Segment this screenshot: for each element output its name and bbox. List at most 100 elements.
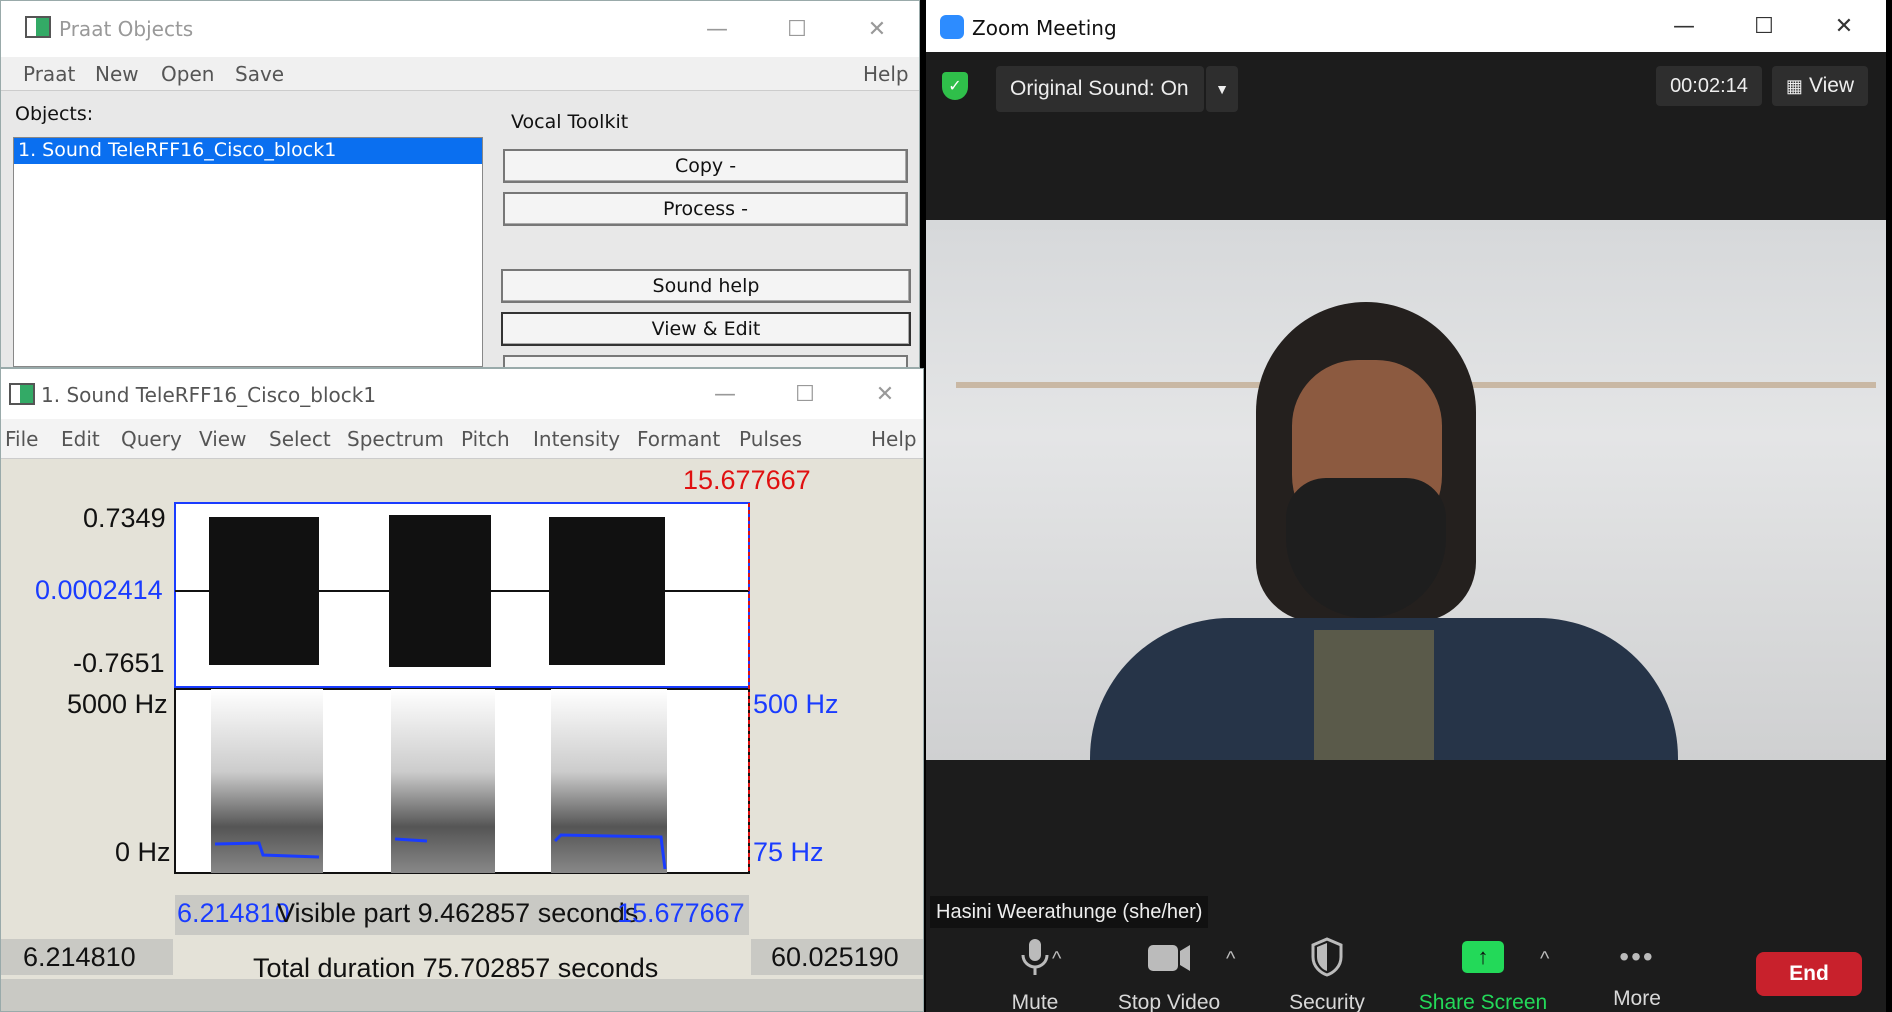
objects-list[interactable]: 1. Sound TeleRFF16_Cisco_block1 — [13, 137, 483, 367]
spec-min-label: 0 Hz — [115, 837, 171, 867]
original-sound-button[interactable]: Original Sound: On — [996, 66, 1204, 112]
security-button[interactable]: Security — [1262, 935, 1392, 1012]
cursor-time-label: 15.677667 — [683, 465, 811, 495]
list-item[interactable]: 1. Sound TeleRFF16_Cisco_block1 — [14, 138, 482, 164]
close-icon[interactable]: ✕ — [1804, 0, 1884, 52]
participant-name-tag: Hasini Weerathunge (she/her) — [930, 896, 1209, 928]
view-label: View — [1808, 74, 1855, 97]
wave-max-label: 0.7349 — [83, 503, 166, 533]
praat-objects-titlebar[interactable]: Praat Objects — ☐ ✕ — [1, 1, 919, 57]
left-time-label: 6.214810 — [23, 942, 136, 972]
waveform-burst — [549, 517, 665, 665]
share-screen-label: Share Screen — [1418, 991, 1548, 1012]
microphone-icon — [1021, 939, 1049, 975]
sound-help-button[interactable]: Sound help — [501, 269, 911, 303]
share-screen-button[interactable]: ↑ Share Screen — [1418, 935, 1548, 1012]
vocal-toolkit-label: Vocal Toolkit — [511, 111, 629, 133]
menu-spectrum[interactable]: Spectrum — [347, 427, 444, 451]
meeting-timer: 00:02:14 — [1656, 66, 1762, 106]
waveform-burst — [389, 515, 491, 667]
menu-open[interactable]: Open — [161, 62, 214, 86]
menu-save[interactable]: Save — [235, 62, 284, 86]
pitch-min-label: 75 Hz — [753, 837, 824, 867]
praat-objects-title: Praat Objects — [59, 17, 194, 41]
button-partial[interactable] — [503, 355, 908, 367]
praat-app-icon — [25, 16, 51, 38]
waveform-panel[interactable] — [174, 502, 750, 688]
selection-end-label: 15.677667 — [617, 898, 745, 928]
stop-video-label: Stop Video — [1117, 991, 1221, 1012]
wave-mid-label: 0.0002414 — [35, 575, 163, 605]
mute-label: Mute — [1011, 991, 1059, 1012]
more-button[interactable]: ••• More — [1572, 935, 1702, 1011]
zoom-titlebar[interactable]: Zoom Meeting — ☐ ✕ — [926, 0, 1886, 52]
process-button[interactable]: Process - — [503, 192, 908, 226]
end-label: End — [1789, 962, 1829, 985]
timer-label: 00:02:14 — [1670, 74, 1748, 97]
minimize-icon[interactable]: — — [1644, 0, 1724, 52]
close-icon[interactable]: ✕ — [845, 369, 923, 419]
video-camera-icon — [1148, 945, 1190, 971]
zoom-app-icon — [940, 15, 964, 39]
visible-part-label: Visible part 9.462857 seconds — [277, 898, 639, 928]
participant-shirt — [1314, 630, 1434, 760]
zoom-title: Zoom Meeting — [972, 16, 1117, 40]
menu-intensity[interactable]: Intensity — [533, 427, 620, 451]
menu-new[interactable]: New — [95, 62, 139, 86]
pitch-contour — [214, 841, 320, 859]
share-arrow-icon: ↑ — [1462, 941, 1504, 973]
praat-app-icon — [9, 383, 35, 405]
praat-objects-menubar: Praat New Open Save Help — [1, 57, 919, 91]
sound-editor-titlebar[interactable]: 1. Sound TeleRFF16_Cisco_block1 — ☐ ✕ — [1, 369, 923, 419]
pitch-max-label: 500 Hz — [753, 689, 839, 719]
sound-editor-title: 1. Sound TeleRFF16_Cisco_block1 — [41, 383, 377, 407]
spectrogram-energy — [551, 689, 667, 873]
chevron-up-icon[interactable]: ^ — [1540, 948, 1549, 971]
menu-edit[interactable]: Edit — [61, 427, 100, 451]
menu-formant[interactable]: Formant — [637, 427, 720, 451]
copy-button[interactable]: Copy - — [503, 149, 908, 183]
menu-query[interactable]: Query — [121, 427, 182, 451]
menu-file[interactable]: File — [5, 427, 38, 451]
stop-video-button[interactable]: Stop Video — [1104, 935, 1234, 1012]
participant-video[interactable] — [926, 220, 1886, 760]
menu-select[interactable]: Select — [269, 427, 331, 451]
view-edit-button[interactable]: View & Edit — [501, 312, 911, 346]
menu-pulses[interactable]: Pulses — [739, 427, 802, 451]
pitch-contour — [394, 837, 428, 843]
menu-help[interactable]: Help — [871, 427, 917, 451]
waveform-burst — [209, 517, 319, 665]
encryption-shield-icon[interactable]: ✓ — [942, 72, 968, 100]
grid-icon: ▦ — [1785, 75, 1803, 96]
right-time-label: 60.025190 — [771, 942, 899, 972]
menu-view[interactable]: View — [199, 427, 246, 451]
sound-editor-menubar: File Edit Query View Select Spectrum Pit… — [1, 419, 923, 459]
minimize-icon[interactable]: — — [685, 369, 765, 419]
maximize-icon[interactable]: ☐ — [1724, 0, 1804, 52]
minimize-icon[interactable]: — — [677, 1, 757, 57]
mute-button[interactable]: Mute — [970, 935, 1100, 1012]
spectrogram-energy — [211, 689, 323, 873]
participant-name: Hasini Weerathunge (she/her) — [936, 900, 1203, 923]
more-label: More — [1613, 987, 1661, 1010]
sound-editor-window: 1. Sound TeleRFF16_Cisco_block1 — ☐ ✕ Fi… — [0, 368, 924, 1012]
close-icon[interactable]: ✕ — [837, 1, 917, 57]
view-button[interactable]: ▦ View — [1772, 66, 1868, 106]
chevron-up-icon[interactable]: ^ — [1226, 948, 1235, 971]
objects-label: Objects: — [15, 103, 94, 125]
total-duration-label: Total duration 75.702857 seconds — [253, 953, 659, 983]
menu-pitch[interactable]: Pitch — [461, 427, 510, 451]
end-meeting-button[interactable]: End — [1756, 952, 1862, 996]
chevron-up-icon[interactable]: ^ — [1052, 948, 1061, 971]
maximize-icon[interactable]: ☐ — [765, 369, 845, 419]
praat-objects-window: Praat Objects — ☐ ✕ Praat New Open Save … — [0, 0, 920, 368]
menu-praat[interactable]: Praat — [23, 62, 75, 86]
maximize-icon[interactable]: ☐ — [757, 1, 837, 57]
menu-help[interactable]: Help — [863, 62, 909, 86]
original-sound-dropdown[interactable]: ▼ — [1206, 66, 1238, 112]
spectrogram-panel[interactable] — [174, 688, 750, 874]
security-label: Security — [1289, 991, 1365, 1012]
shield-icon — [1311, 937, 1343, 977]
selection-start-label: 6.214810 — [177, 898, 290, 928]
chevron-down-icon: ▼ — [1215, 81, 1229, 97]
